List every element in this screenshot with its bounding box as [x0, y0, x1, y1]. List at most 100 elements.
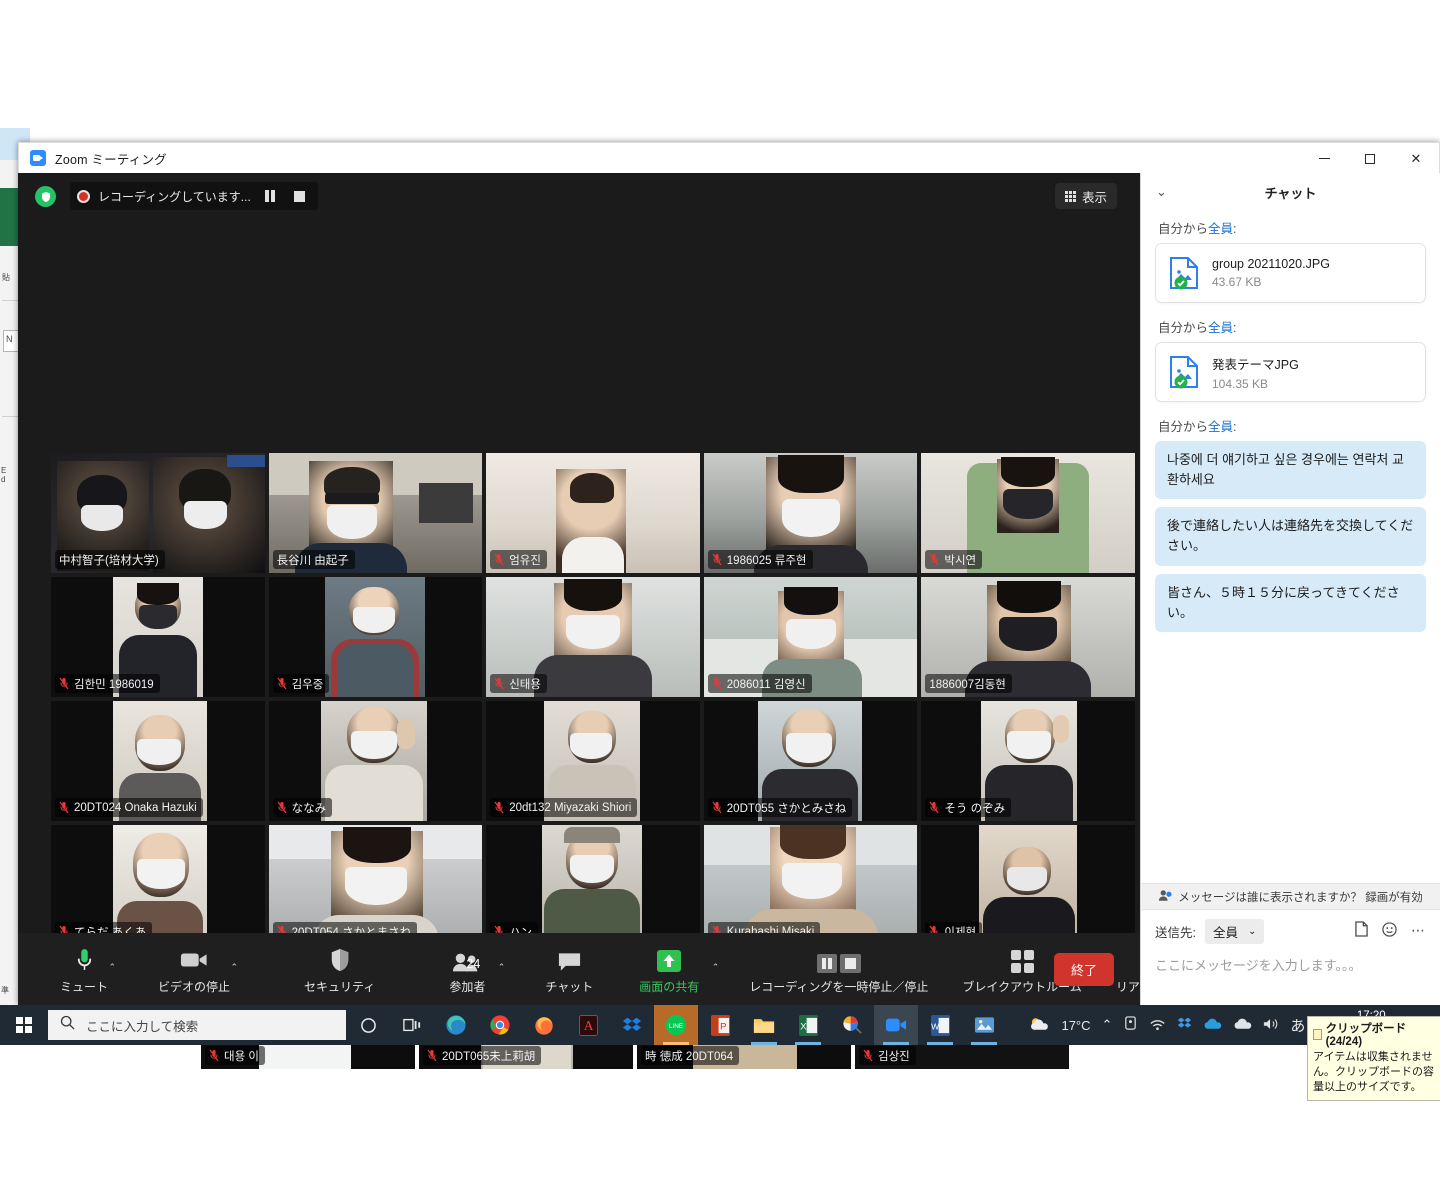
record-controls-button[interactable]: レコーディングを一時停止／停止: [743, 933, 934, 1005]
participant-nameplate: 김상진: [859, 1046, 916, 1065]
powerpoint-icon[interactable]: P: [698, 1005, 742, 1045]
share-screen-label: 画面の共有: [639, 978, 699, 995]
pause-recording-button[interactable]: [259, 185, 281, 207]
cortana-icon[interactable]: [346, 1005, 390, 1045]
person-info-icon: [1158, 889, 1172, 905]
audio-options-caret[interactable]: ⌃: [106, 957, 116, 975]
dropbox-tray-icon[interactable]: [1177, 1016, 1192, 1034]
close-button[interactable]: ✕: [1393, 143, 1439, 174]
stop-recording-button[interactable]: [289, 185, 311, 207]
video-options-caret[interactable]: ⌃: [228, 957, 238, 975]
explorer-icon[interactable]: [742, 1005, 786, 1045]
file-icon[interactable]: [1355, 921, 1368, 940]
chat-button[interactable]: チャット: [539, 933, 599, 1005]
participant-tile[interactable]: Kurahashi Misaki: [704, 825, 918, 945]
participant-tile[interactable]: 1986025 류주현: [704, 453, 918, 573]
participants-options-caret[interactable]: ⌃: [496, 957, 506, 975]
edge-icon[interactable]: [434, 1005, 478, 1045]
participant-tile[interactable]: 20DT024 Onaka Hazuki: [51, 701, 265, 821]
taskbar-search-box[interactable]: ここに入力して検索: [48, 1010, 346, 1040]
encryption-shield-icon[interactable]: [35, 186, 56, 207]
photos-icon[interactable]: [962, 1005, 1006, 1045]
participant-tile[interactable]: ななみ: [269, 701, 483, 821]
send-to-dropdown[interactable]: 全員 ⌄: [1205, 919, 1264, 944]
emoji-icon[interactable]: [1382, 922, 1397, 940]
participant-tile[interactable]: ハン: [486, 825, 700, 945]
minimize-button[interactable]: [1301, 143, 1347, 174]
show-hidden-icons-chevron[interactable]: ⌃: [1102, 1017, 1113, 1033]
participant-tile[interactable]: 中村智子(培材大学): [51, 453, 265, 573]
security-button[interactable]: セキュリティ: [298, 933, 381, 1005]
word-icon[interactable]: W: [918, 1005, 962, 1045]
participant-tile[interactable]: てらだ あくあ: [51, 825, 265, 945]
participant-tile[interactable]: 2086011 김영신: [704, 577, 918, 697]
chat-visibility-notice[interactable]: メッセージは誰に表示されますか？ 録画が有効: [1141, 883, 1440, 909]
participant-name: 박시연: [944, 552, 976, 568]
participant-tile[interactable]: 엄유진: [486, 453, 700, 573]
task-view-icon[interactable]: [390, 1005, 434, 1045]
chat-file-attachment[interactable]: group 20211020.JPG 43.67 KB: [1155, 243, 1426, 303]
ime-indicator[interactable]: あ: [1290, 1015, 1305, 1036]
stop-video-button[interactable]: ビデオの停止 ⌃: [152, 933, 236, 1005]
microphone-icon: [75, 943, 94, 973]
participant-tile[interactable]: 이제형: [921, 825, 1135, 945]
volume-icon[interactable]: [1263, 1017, 1279, 1034]
chat-file-attachment[interactable]: 発表テーマJPG 104.35 KB: [1155, 342, 1426, 402]
weather-icon[interactable]: [1029, 1016, 1050, 1035]
participant-nameplate: 中村智子(培材大学): [55, 550, 165, 569]
zoom-icon[interactable]: [874, 1005, 918, 1045]
paint-icon[interactable]: [830, 1005, 874, 1045]
background-misc-text: Ed: [1, 466, 6, 484]
muted-icon: [929, 553, 939, 566]
search-icon: [60, 1015, 75, 1035]
share-screen-button[interactable]: 画面の共有 ⌃: [633, 933, 705, 1005]
participant-tile[interactable]: そう のぞみ: [921, 701, 1135, 821]
chat-file-size: 43.67 KB: [1212, 275, 1330, 289]
participant-tile[interactable]: 1886007김동현: [921, 577, 1135, 697]
chat-compose-actions: ⋯: [1355, 921, 1426, 940]
firefox-icon[interactable]: [522, 1005, 566, 1045]
chevron-down-icon[interactable]: ⌄: [1156, 184, 1167, 200]
chrome-icon[interactable]: [478, 1005, 522, 1045]
end-meeting-button[interactable]: 終了: [1054, 953, 1114, 986]
participant-nameplate: 20dt132 Miyazaki Shiori: [490, 798, 637, 817]
dropbox-icon[interactable]: [610, 1005, 654, 1045]
share-options-caret[interactable]: ⌃: [710, 957, 720, 975]
participant-tile[interactable]: 신태용: [486, 577, 700, 697]
participant-tile[interactable]: 김우중: [269, 577, 483, 697]
view-button[interactable]: 表示: [1055, 183, 1117, 209]
start-button[interactable]: [0, 1005, 48, 1045]
participant-name: 김우중: [292, 676, 324, 692]
chat-message-list[interactable]: 自分から全員:: [1141, 211, 1440, 883]
chat-compose-area: 送信先: 全員 ⌄ ⋯: [1141, 909, 1440, 1005]
recording-label: レコーディングしています...: [98, 188, 251, 205]
onedrive-icon[interactable]: [1203, 1017, 1222, 1033]
more-options-icon[interactable]: ⋯: [1411, 922, 1426, 939]
record-controls-label: レコーディングを一時停止／停止: [749, 978, 928, 995]
participant-tile[interactable]: 김한민 1986019: [51, 577, 265, 697]
participant-nameplate: 1986025 류주현: [708, 550, 813, 569]
maximize-button[interactable]: [1347, 143, 1393, 174]
excel-icon[interactable]: X: [786, 1005, 830, 1045]
network-icon[interactable]: [1149, 1017, 1166, 1034]
participant-name: 中村智子(培材大学): [59, 552, 159, 568]
shield-icon: [329, 943, 351, 973]
participant-nameplate: 20DT024 Onaka Hazuki: [55, 798, 203, 817]
participant-nameplate: 20DT055 さかとみさね: [708, 798, 853, 817]
chat-input[interactable]: ここにメッセージを入力します。。。: [1155, 955, 1426, 974]
participant-tile-active-speaker[interactable]: 長谷川 由起子: [269, 453, 483, 573]
window-controls: ✕: [1301, 143, 1439, 174]
participant-tile[interactable]: 박시연: [921, 453, 1135, 573]
cloud-icon[interactable]: [1233, 1017, 1252, 1033]
participants-button[interactable]: 24 参加者 ⌃: [443, 933, 491, 1005]
search-placeholder: ここに入力して検索: [86, 1016, 198, 1035]
participant-tile[interactable]: 20dt132 Miyazaki Shiori: [486, 701, 700, 821]
participant-tile[interactable]: 20DT055 さかとみさね: [704, 701, 918, 821]
line-icon[interactable]: LINE: [654, 1005, 698, 1045]
mute-button[interactable]: ミュート ⌃: [54, 933, 114, 1005]
stage-top-bar: レコーディングしています... 表示: [18, 173, 1140, 221]
participant-tile[interactable]: 20DT054 さかとまさね: [269, 825, 483, 945]
acrobat-icon[interactable]: A: [566, 1005, 610, 1045]
participant-nameplate: ななみ: [273, 798, 333, 817]
onedrive-sync-icon[interactable]: [1123, 1016, 1138, 1034]
